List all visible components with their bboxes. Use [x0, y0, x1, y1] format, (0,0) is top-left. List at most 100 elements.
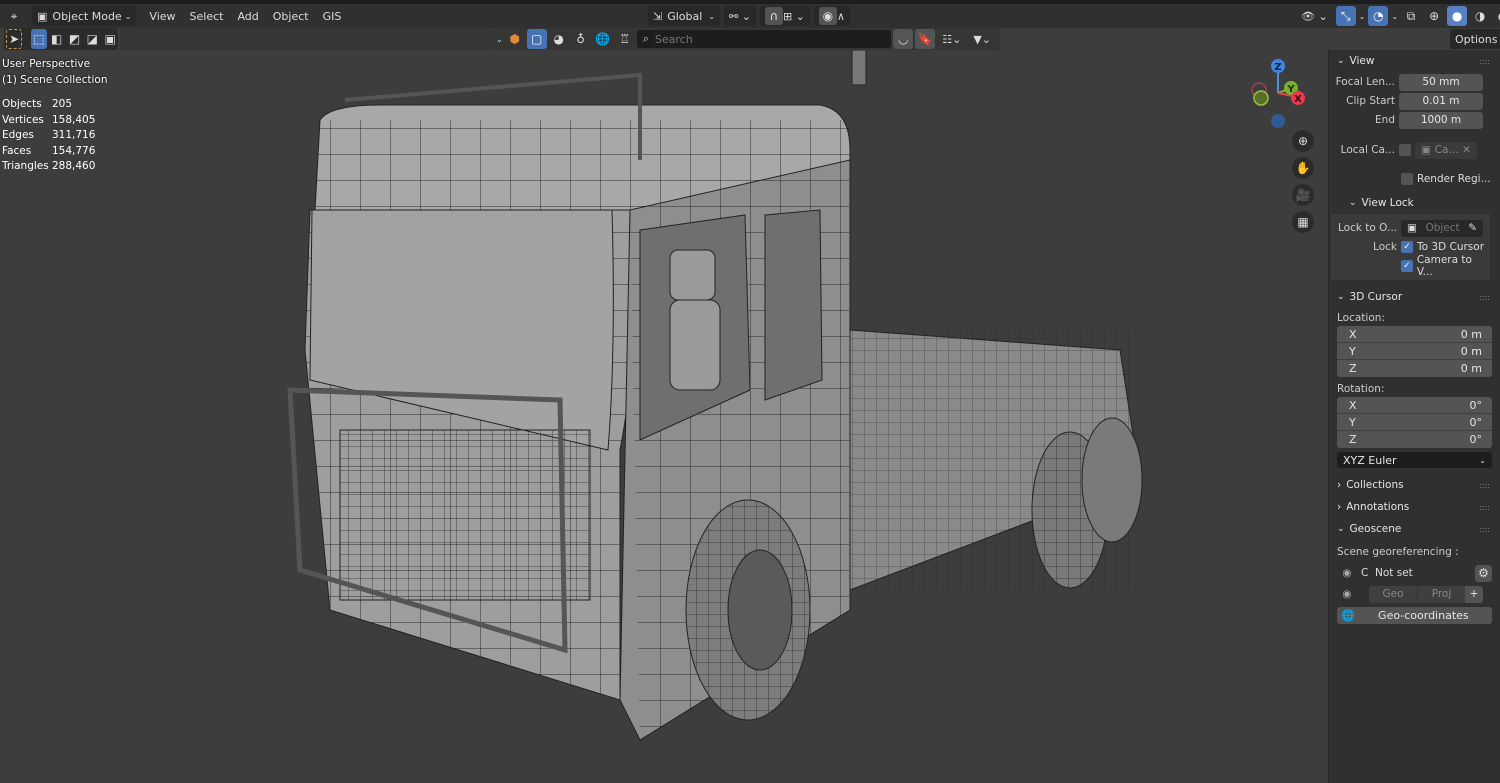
- clip-start-row: Clip Start 0.01 m: [1329, 92, 1500, 110]
- select-tool-icon[interactable]: ➤: [6, 29, 23, 49]
- stat-label: Vertices: [2, 113, 44, 126]
- pivot-dropdown[interactable]: ⚯ ⌄: [724, 6, 756, 26]
- material-shading[interactable]: ◑: [1470, 6, 1490, 26]
- local-camera-row: Local Ca... ▣ Ca... ✕: [1329, 141, 1500, 159]
- object-filter-icon[interactable]: ▢: [526, 29, 547, 49]
- tool-settings-area: [120, 28, 492, 50]
- drag-handle-icon[interactable]: ::::: [1479, 503, 1490, 512]
- editor-type-icon[interactable]: ⌖: [4, 6, 24, 26]
- to-3d-cursor-checkbox[interactable]: ✓: [1401, 241, 1413, 253]
- filter-dropdown[interactable]: ▼⌄: [968, 29, 996, 49]
- panel-view-header[interactable]: ⌄ View::::: [1329, 50, 1500, 72]
- gizmo-x-label: X: [1294, 94, 1302, 105]
- lock-object-field[interactable]: ▣ Object ✎: [1401, 219, 1483, 237]
- rendered-shading[interactable]: ◐: [1493, 6, 1500, 26]
- local-camera-field[interactable]: ▣ Ca... ✕: [1415, 141, 1477, 159]
- rotation-mode-dropdown[interactable]: XYZ Euler ⌄: [1337, 452, 1492, 468]
- chevron-right-icon: ›: [1337, 479, 1342, 491]
- rotation-z-field[interactable]: Z 0°: [1337, 431, 1492, 448]
- clip-start-field[interactable]: 0.01 m: [1399, 92, 1483, 110]
- radio-icon[interactable]: ◉: [1337, 588, 1357, 600]
- brush-filter-icon[interactable]: ♖: [615, 29, 635, 49]
- world-filter-icon[interactable]: 🌐: [593, 29, 613, 49]
- menu-view[interactable]: View: [142, 6, 182, 26]
- axis-value: 0°: [1469, 415, 1483, 429]
- camera-to-view-label: Camera to V...: [1416, 254, 1472, 278]
- solid-shading[interactable]: ●: [1447, 6, 1468, 26]
- select-invert-mode[interactable]: ◪: [84, 29, 100, 49]
- add-icon[interactable]: +: [1465, 585, 1483, 603]
- select-intersect-mode[interactable]: ▣: [102, 29, 118, 49]
- local-camera-checkbox[interactable]: [1399, 144, 1411, 156]
- search-input[interactable]: ⌕ Search: [636, 30, 892, 48]
- gear-icon[interactable]: ⚙: [1475, 564, 1492, 582]
- radio-icon[interactable]: ◉: [1337, 567, 1357, 579]
- viewport-3d[interactable]: [0, 50, 1328, 783]
- panel-3d-cursor-header[interactable]: ⌄ 3D Cursor::::: [1329, 286, 1500, 308]
- select-extend-mode[interactable]: ◧: [49, 29, 65, 49]
- visibility-dropdown[interactable]: 👁 ⌄: [1296, 6, 1333, 26]
- drag-handle-icon[interactable]: ::::: [1479, 293, 1490, 302]
- camera-view-icon[interactable]: 🎥: [1292, 184, 1314, 206]
- clip-end-field[interactable]: 1000 m: [1399, 111, 1483, 129]
- collection-name: (1) Scene Collection: [2, 73, 108, 86]
- truck-model[interactable]: [287, 50, 1143, 741]
- wireframe-shading[interactable]: ⊕: [1424, 6, 1444, 26]
- crs-row: ◉ C Not set ⚙: [1337, 564, 1492, 582]
- rotation-x-field[interactable]: X 0°: [1337, 397, 1492, 414]
- proportional-edit[interactable]: ◉ ∧: [813, 6, 850, 26]
- proj-button[interactable]: Proj: [1417, 585, 1465, 603]
- mode-dropdown[interactable]: ▣ Object Mode ⌄: [32, 6, 137, 26]
- bookmark-icon[interactable]: 🔖: [915, 29, 936, 49]
- camera-to-view-checkbox[interactable]: ✓: [1401, 260, 1413, 272]
- gizmo-z-label: Z: [1274, 62, 1281, 73]
- rotation-y-field[interactable]: Y 0°: [1337, 414, 1492, 431]
- menu-select[interactable]: Select: [183, 6, 231, 26]
- location-z-field[interactable]: Z 0 m: [1337, 360, 1492, 377]
- geo-button[interactable]: Geo: [1369, 585, 1417, 603]
- options-button[interactable]: Options: [1450, 29, 1500, 49]
- panel-view-lock-header[interactable]: ⌄ View Lock: [1329, 192, 1500, 214]
- transform-orientation-dropdown[interactable]: ⇲ Global ⌄: [648, 6, 721, 26]
- local-camera-label: Local Ca...: [1340, 144, 1395, 156]
- panel-collections-header[interactable]: › Collections::::: [1329, 474, 1500, 496]
- display-mode-icon[interactable]: ⬢: [505, 29, 525, 49]
- menu-add[interactable]: Add: [230, 6, 265, 26]
- location-y-field[interactable]: Y 0 m: [1337, 343, 1492, 360]
- panel-geoscene-header[interactable]: ⌄ Geoscene::::: [1329, 518, 1500, 540]
- zoom-icon[interactable]: ⊕: [1292, 130, 1314, 152]
- eyedropper-icon[interactable]: ✎: [1468, 222, 1477, 234]
- grid-ortho-icon[interactable]: ▦: [1292, 211, 1314, 233]
- drag-handle-icon[interactable]: ::::: [1479, 57, 1490, 66]
- viewport-info: User Perspective (1) Scene Collection: [2, 57, 108, 88]
- stat-label: Objects: [2, 98, 42, 110]
- menu-gis[interactable]: GIS: [316, 6, 349, 26]
- filter-toggle[interactable]: ◡: [893, 29, 914, 49]
- drag-handle-icon[interactable]: ::::: [1479, 525, 1490, 534]
- select-subtract-mode[interactable]: ◩: [67, 29, 83, 49]
- axis-value: 0 m: [1460, 327, 1482, 341]
- overlay-toggle[interactable]: ◔: [1368, 6, 1389, 26]
- render-region-checkbox[interactable]: [1401, 173, 1413, 185]
- stat-label: Edges: [2, 129, 34, 141]
- geo-coordinates-button[interactable]: 🌐 Geo-coordinates: [1337, 607, 1492, 624]
- location-x-field[interactable]: X 0 m: [1337, 326, 1492, 343]
- clip-end-row: End 1000 m: [1329, 111, 1500, 129]
- light-filter-icon[interactable]: ♁: [571, 29, 591, 49]
- chevron-down-icon[interactable]: ⌄: [496, 35, 503, 44]
- menu-object[interactable]: Object: [266, 6, 316, 26]
- viewport-header: ⌖ ▣ Object Mode ⌄ View Select Add Object G…: [0, 4, 1500, 28]
- panel-annotations-header[interactable]: › Annotations::::: [1329, 496, 1500, 518]
- clear-icon[interactable]: ✕: [1462, 144, 1471, 156]
- gizmo-toggle[interactable]: ⤡: [1335, 6, 1356, 26]
- navigation-gizmo[interactable]: Z Y X: [1245, 55, 1315, 135]
- select-new-mode[interactable]: ⬚: [30, 29, 47, 49]
- material-filter-icon[interactable]: ◕: [549, 29, 569, 49]
- xray-toggle[interactable]: ⧉: [1401, 6, 1421, 26]
- stat-label: Triangles: [2, 160, 49, 172]
- snap-toggle[interactable]: ∩ ⊞ ⌄: [759, 6, 810, 26]
- drag-handle-icon[interactable]: ::::: [1479, 481, 1490, 490]
- focal-length-field[interactable]: 50 mm: [1399, 73, 1483, 91]
- sort-dropdown[interactable]: ☷⌄: [937, 29, 966, 49]
- hand-pan-icon[interactable]: ✋: [1292, 157, 1314, 179]
